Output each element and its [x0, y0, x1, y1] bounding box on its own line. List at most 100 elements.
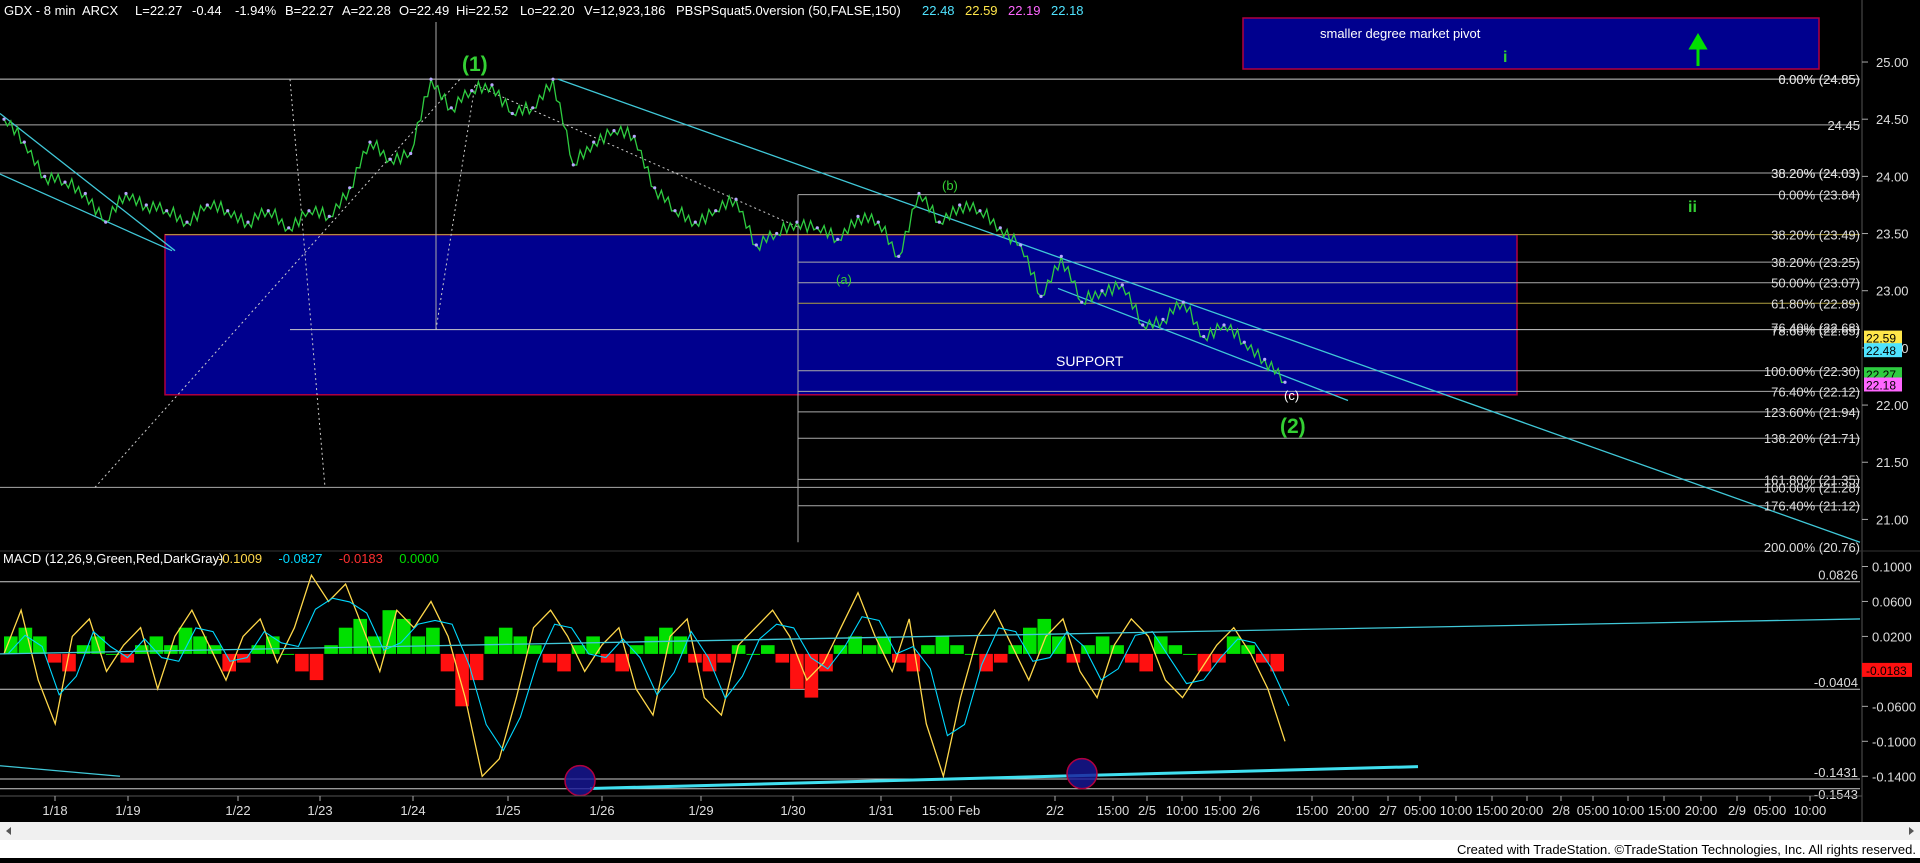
macd-histogram-bar [746, 653, 760, 655]
macd-y-tick-label: -0.1000 [1872, 734, 1916, 749]
price-point [1120, 283, 1124, 287]
x-tick-label: 05:00 [1577, 803, 1610, 818]
macd-histogram-bar [790, 653, 804, 689]
price-point [409, 151, 413, 156]
macd-ref-label: -0.1543 [1814, 787, 1858, 802]
fib-label: 176.40% (21.12) [1764, 499, 1860, 514]
price-point [836, 237, 840, 241]
x-tick-label: 15:00 [1296, 803, 1329, 818]
price-point [632, 134, 636, 138]
symbol-label: GDX - 8 min [4, 3, 76, 18]
price-point [815, 226, 819, 230]
wave-2-label: (2) [1280, 415, 1306, 438]
support-label: SUPPORT [1056, 353, 1124, 369]
price-point [1141, 323, 1145, 327]
fib-label: 76.40% (22.12) [1771, 384, 1860, 399]
macd-histogram-bar [702, 653, 717, 672]
fib-label: 100.00% (22.30) [1764, 364, 1860, 379]
x-tick-label: 2/7 [1379, 803, 1397, 818]
chart-canvas[interactable]: GDX - 8 min ARCX L=22.27 -0.44 -1.94% B=22.… [0, 0, 1920, 858]
price-point [856, 214, 860, 218]
fib-label: 61.80% (22.89) [1771, 296, 1860, 311]
price-point [1100, 289, 1104, 293]
y-tick-label: 23.50 [1876, 227, 1909, 242]
wave-1-label: (1) [462, 53, 488, 76]
fib-label: 0.00% (24.85) [1778, 72, 1860, 87]
macd-histogram-bar [222, 653, 236, 672]
macd-histogram-bar [979, 653, 993, 672]
exchange-label: ARCX [82, 3, 118, 18]
price-point [612, 129, 616, 133]
macd-histogram-bar [542, 653, 557, 663]
x-tick-label: 20:00 [1511, 803, 1544, 818]
price-point [1181, 300, 1185, 304]
fib-label: 24.45 [1827, 118, 1860, 133]
header-field: -1.94% [235, 3, 277, 18]
x-tick-label: 1/22 [225, 803, 250, 818]
price-point [795, 220, 799, 224]
price-point [124, 191, 128, 196]
price-point [368, 140, 372, 144]
wave-ii-label: ii [1688, 199, 1697, 216]
price-point [714, 209, 718, 213]
macd-histogram-bar [280, 653, 295, 655]
price-point [449, 106, 453, 110]
x-tick-label: 10:00 [1166, 803, 1199, 818]
price-point [22, 140, 26, 144]
header-field: 22.48 [922, 3, 955, 18]
chart-root: GDX - 8 min ARCX L=22.27 -0.44 -1.94% B=22.… [0, 0, 1920, 858]
price-point [205, 203, 209, 207]
price-point [490, 83, 494, 87]
price-point [287, 226, 291, 230]
x-tick-label: 10:00 [1794, 803, 1827, 818]
macd-legend-value: -0.1009 [218, 551, 262, 566]
x-tick-label: 20:00 [1685, 803, 1718, 818]
macd-histogram-bar [295, 653, 309, 672]
header-field: Hi=22.52 [456, 3, 508, 18]
macd-histogram-bar [193, 636, 207, 654]
x-tick-label: 1/26 [589, 803, 614, 818]
fib-label: 78.60% (22.65) [1771, 324, 1860, 339]
price-point [1283, 380, 1287, 384]
macd-histogram-bar [1183, 653, 1197, 655]
macd-histogram-bar [892, 653, 906, 663]
header-field: Lo=22.20 [520, 3, 575, 18]
x-tick-label: 15:00 [1476, 803, 1509, 818]
price-point [165, 209, 169, 213]
macd-badge-label: -0.0183 [1866, 664, 1907, 678]
macd-histogram-bar [120, 653, 135, 663]
price-point [144, 203, 148, 207]
price-point [1080, 300, 1084, 304]
header-field: PBSPSquat5.0version (50,FALSE,150) [676, 3, 901, 18]
price-point [1161, 317, 1165, 321]
price-point [571, 163, 575, 167]
x-tick-label: 05:00 [1754, 803, 1787, 818]
horizontal-scrollbar[interactable] [0, 822, 1920, 840]
macd-histogram-bar [848, 636, 862, 654]
fib-label: 200.00% (20.76) [1764, 540, 1860, 555]
macd-histogram-bar [862, 645, 877, 654]
price-point [83, 191, 87, 196]
macd-title: MACD (12,26,9,Green,Red,DarkGray) [3, 551, 223, 566]
price-point [978, 209, 982, 213]
price-point [246, 220, 250, 224]
divergence-circle [1066, 757, 1098, 790]
price-point [958, 203, 962, 207]
price-point [998, 226, 1002, 230]
macd-y-tick-label: 0.1000 [1872, 559, 1912, 574]
macd-histogram-bar [440, 653, 455, 672]
header-field: L=22.27 [135, 3, 182, 18]
macd-histogram-bar [761, 645, 775, 654]
macd-histogram-bar [1168, 645, 1183, 654]
y-tick-label: 22.00 [1876, 398, 1909, 413]
y-tick-label: 23.00 [1876, 284, 1909, 299]
macd-histogram-bar [950, 645, 964, 654]
price-point [1263, 357, 1267, 361]
x-tick-label: 2/8 [1552, 803, 1570, 818]
macd-histogram-bar [1212, 653, 1226, 663]
price-point [1019, 243, 1023, 247]
macd-histogram-bar [324, 645, 338, 654]
header-field: -0.44 [192, 3, 222, 18]
x-tick-label: 15:00 [1097, 803, 1130, 818]
header-field: A=22.28 [342, 3, 391, 18]
